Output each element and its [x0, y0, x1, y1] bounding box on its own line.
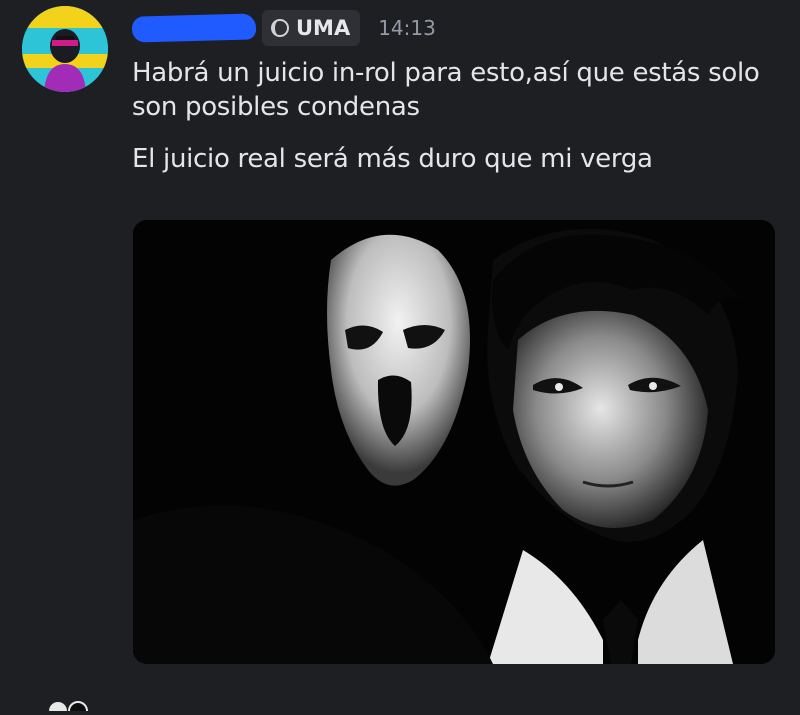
image-attachment[interactable]: [133, 220, 775, 664]
message-header: UMA 14:13: [131, 8, 436, 48]
moon-icon: [270, 18, 290, 38]
reaction-icon[interactable]: [48, 696, 92, 715]
chat-message: UMA 14:13 Habrá un juicio in-rol para es…: [0, 0, 800, 715]
message-content: Habrá un juicio in-rol para esto,así que…: [132, 56, 782, 176]
attachment-image: [133, 220, 775, 664]
message-line: Habrá un juicio in-rol para esto,así que…: [132, 58, 760, 122]
message-timestamp[interactable]: 14:13: [378, 16, 436, 40]
server-tag[interactable]: UMA: [262, 10, 361, 46]
user-avatar[interactable]: [22, 6, 108, 92]
message-line: El juicio real será más duro que mi verg…: [132, 144, 653, 174]
avatar-image: [22, 6, 108, 92]
server-tag-label: UMA: [296, 16, 351, 40]
username-redaction[interactable]: [131, 13, 257, 43]
